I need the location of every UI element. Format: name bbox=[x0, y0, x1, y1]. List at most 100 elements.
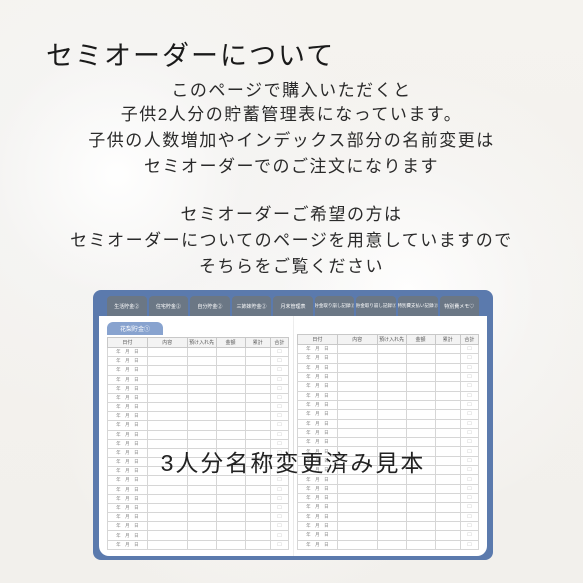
cell-item bbox=[337, 531, 377, 540]
cell-deposit bbox=[187, 494, 216, 503]
cell-deposit bbox=[187, 421, 216, 430]
cell-date: 年 月 日 bbox=[108, 393, 148, 402]
cell-deposit bbox=[377, 484, 406, 493]
cell-item bbox=[337, 494, 377, 503]
cell-sum bbox=[245, 540, 270, 549]
cell-sum bbox=[245, 522, 270, 531]
cell-date: 年 月 日 bbox=[298, 531, 338, 540]
cell-item bbox=[147, 412, 187, 421]
table-row: 年 月 日☐ bbox=[298, 428, 479, 437]
table-row: 年 月 日☐ bbox=[108, 348, 289, 357]
cell-amount bbox=[216, 366, 245, 375]
cell-date: 年 月 日 bbox=[108, 421, 148, 430]
cell-sum bbox=[245, 531, 270, 540]
table-row: 年 月 日☐ bbox=[298, 419, 479, 428]
cell-deposit bbox=[187, 531, 216, 540]
cell-item bbox=[147, 494, 187, 503]
table-row: 年 月 日☐ bbox=[108, 513, 289, 522]
cell-amount bbox=[216, 430, 245, 439]
cell-date: 年 月 日 bbox=[108, 375, 148, 384]
cell-item bbox=[337, 521, 377, 530]
cell-deposit bbox=[377, 419, 406, 428]
cell-item bbox=[147, 366, 187, 375]
cell-deposit bbox=[377, 531, 406, 540]
cell-deposit bbox=[377, 428, 406, 437]
col-sum: 累計 bbox=[245, 338, 270, 348]
cell-amount bbox=[406, 391, 435, 400]
cell-date: 年 月 日 bbox=[108, 348, 148, 357]
cell-amount bbox=[406, 503, 435, 512]
cell-sum bbox=[435, 400, 460, 409]
cell-date: 年 月 日 bbox=[108, 522, 148, 531]
cell-sum bbox=[435, 531, 460, 540]
cell-sum bbox=[435, 512, 460, 521]
cell-item bbox=[147, 522, 187, 531]
cell-deposit bbox=[377, 391, 406, 400]
cell-deposit bbox=[377, 494, 406, 503]
tab-5: 月末管理表 bbox=[273, 296, 313, 316]
cell-amount bbox=[406, 428, 435, 437]
col-total: 合計 bbox=[270, 338, 288, 348]
cell-check: ☐ bbox=[460, 419, 478, 428]
cell-date: 年 月 日 bbox=[298, 484, 338, 493]
cell-date: 年 月 日 bbox=[298, 410, 338, 419]
cell-item bbox=[147, 403, 187, 412]
table-row: 年 月 日☐ bbox=[298, 484, 479, 493]
cell-check: ☐ bbox=[270, 522, 288, 531]
cell-check: ☐ bbox=[460, 372, 478, 381]
cell-sum bbox=[435, 503, 460, 512]
cell-check: ☐ bbox=[460, 354, 478, 363]
cell-amount bbox=[216, 531, 245, 540]
table-row: 年 月 日☐ bbox=[108, 403, 289, 412]
cell-item bbox=[337, 345, 377, 354]
cell-date: 年 月 日 bbox=[298, 372, 338, 381]
cell-check: ☐ bbox=[270, 375, 288, 384]
cell-amount bbox=[216, 494, 245, 503]
cell-deposit bbox=[187, 430, 216, 439]
cell-date: 年 月 日 bbox=[298, 345, 338, 354]
cell-date: 年 月 日 bbox=[298, 428, 338, 437]
cell-deposit bbox=[187, 357, 216, 366]
tab-8: 特別費支払い記録② bbox=[398, 296, 438, 316]
cell-deposit bbox=[187, 384, 216, 393]
cell-amount bbox=[216, 522, 245, 531]
cell-date: 年 月 日 bbox=[108, 384, 148, 393]
table-row: 年 月 日☐ bbox=[298, 512, 479, 521]
cell-item bbox=[147, 357, 187, 366]
cell-item bbox=[337, 391, 377, 400]
table-row: 年 月 日☐ bbox=[108, 393, 289, 402]
cell-sum bbox=[245, 384, 270, 393]
table-row: 年 月 日 ☐ bbox=[108, 522, 289, 531]
cell-check: ☐ bbox=[460, 382, 478, 391]
cell-deposit bbox=[377, 410, 406, 419]
cell-sum bbox=[435, 345, 460, 354]
cell-sum bbox=[245, 366, 270, 375]
cell-amount bbox=[216, 513, 245, 522]
cell-deposit bbox=[377, 345, 406, 354]
cell-sum bbox=[245, 403, 270, 412]
cell-check: ☐ bbox=[270, 412, 288, 421]
table-row: 年 月 日☐ bbox=[298, 363, 479, 372]
col-date: 日付 bbox=[298, 335, 338, 345]
cell-check: ☐ bbox=[270, 494, 288, 503]
cell-sum bbox=[435, 410, 460, 419]
cell-check: ☐ bbox=[460, 503, 478, 512]
col-total: 合計 bbox=[460, 335, 478, 345]
cell-amount bbox=[406, 345, 435, 354]
tab-4: 三姉妹貯金② bbox=[232, 296, 272, 316]
table-right: 日付 内容 預け入れ先 金額 累計 合計 年 月 日☐年 月 日☐年 月 日☐年… bbox=[297, 334, 479, 550]
cell-date: 年 月 日 bbox=[298, 512, 338, 521]
cell-check: ☐ bbox=[270, 531, 288, 540]
cell-deposit bbox=[377, 372, 406, 381]
cell-check: ☐ bbox=[270, 357, 288, 366]
left-page: 花梨貯金① 日付 内容 預け入れ先 金額 累計 合計 年 月 日☐年 月 日☐年… bbox=[107, 322, 289, 550]
table-row: 年 月 日 ☐ bbox=[108, 375, 289, 384]
tab-2: 住宅貯金② bbox=[149, 296, 189, 316]
cell-sum bbox=[435, 382, 460, 391]
cell-date: 年 月 日 bbox=[298, 363, 338, 372]
cell-sum bbox=[245, 494, 270, 503]
cell-sum bbox=[245, 485, 270, 494]
cell-sum bbox=[245, 348, 270, 357]
cell-amount bbox=[216, 421, 245, 430]
description-line-1: このページで購入いただくと bbox=[0, 76, 583, 101]
